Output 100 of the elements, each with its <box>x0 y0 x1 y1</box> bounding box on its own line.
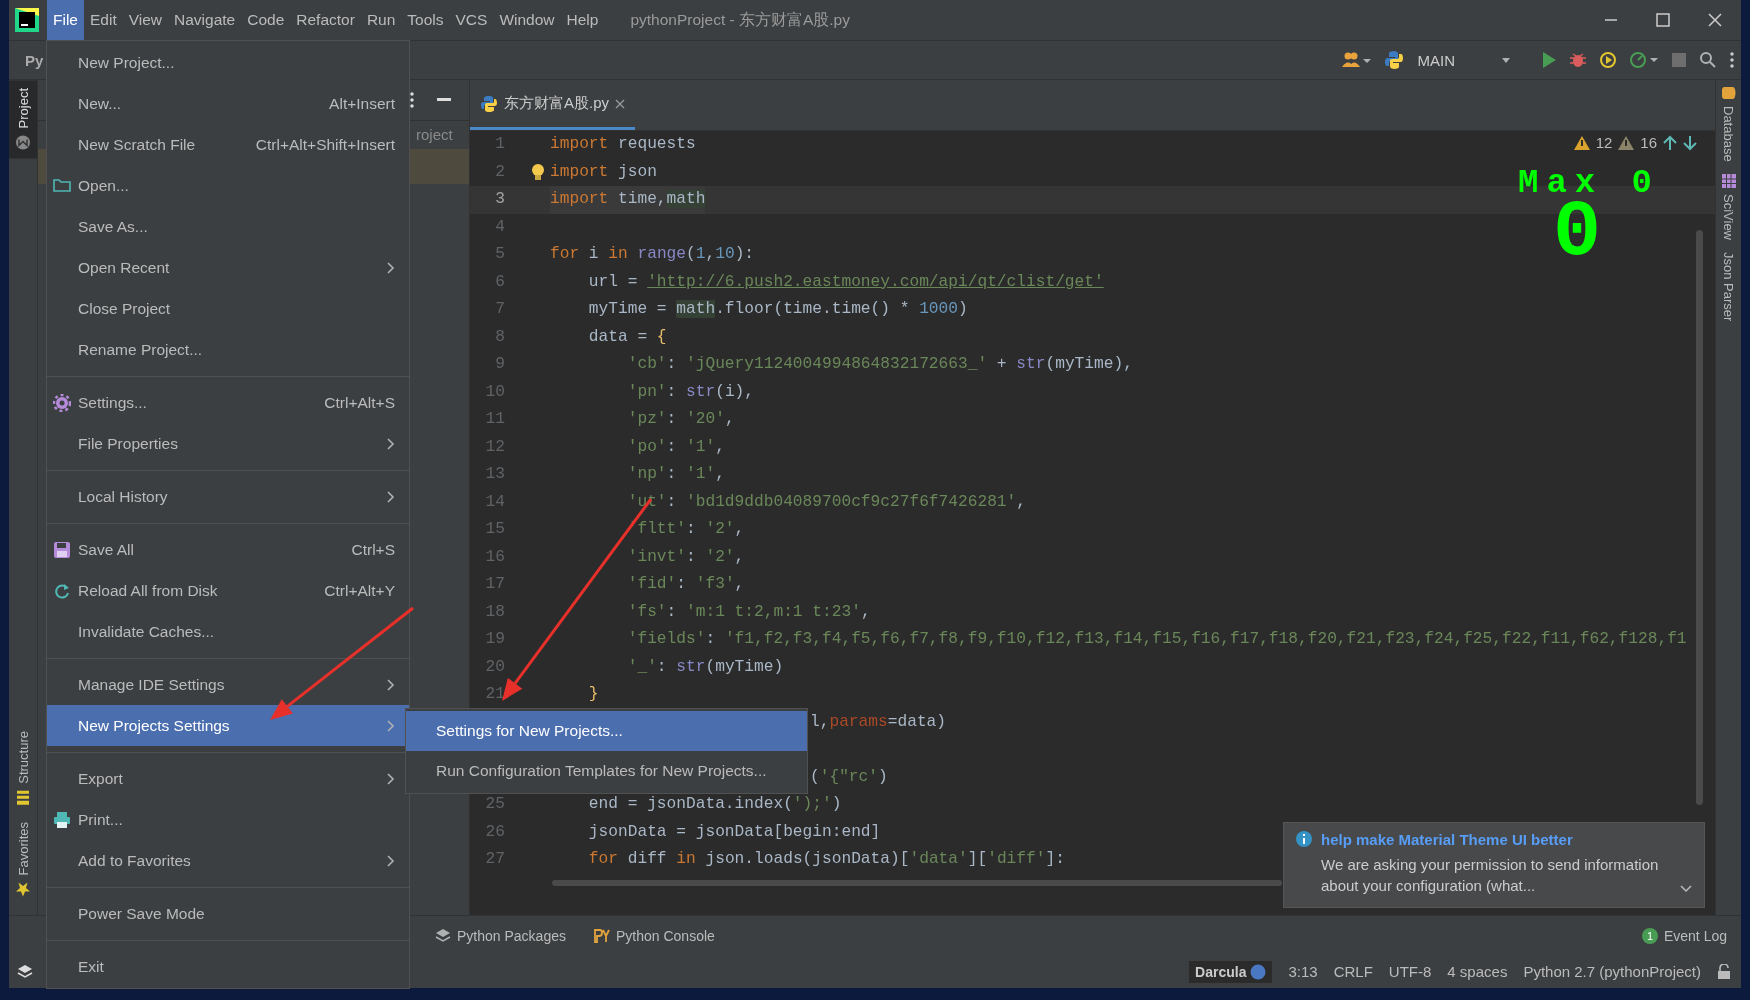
menu-item[interactable]: Window <box>493 0 561 40</box>
menu-item[interactable]: Close Project <box>47 288 409 329</box>
menu-item[interactable]: New Project... <box>47 42 409 83</box>
menu-item[interactable]: Add to Favorites <box>47 840 409 881</box>
menu-item[interactable]: Rename Project... <box>47 329 409 370</box>
menu-item[interactable]: Exit <box>47 946 409 987</box>
chevron-down-icon[interactable] <box>1680 885 1692 893</box>
indent-setting[interactable]: 4 spaces <box>1447 963 1508 980</box>
app-logo-icon <box>15 8 39 32</box>
more-icon[interactable] <box>1729 51 1735 69</box>
menu-item[interactable]: Open... <box>47 165 409 206</box>
error-count[interactable]: 12 <box>1595 134 1613 151</box>
up-arrow-icon[interactable] <box>1663 134 1677 151</box>
notification-title[interactable]: help make Material Theme UI better <box>1321 831 1676 848</box>
menu-item[interactable]: Run <box>360 0 402 40</box>
line-number: 10 <box>484 381 505 403</box>
close-icon[interactable] <box>1708 13 1722 27</box>
line-number: 19 <box>484 629 505 650</box>
tool-window-tab[interactable]: Structure <box>9 722 37 814</box>
folder-icon <box>53 176 71 195</box>
tool-window-tab[interactable]: Project <box>9 80 37 159</box>
menu-item[interactable]: Settings... Ctrl+Alt+S <box>47 382 409 423</box>
tree-item[interactable]: roject <box>416 126 453 143</box>
layers-icon[interactable] <box>17 963 33 980</box>
menu-item[interactable]: Reload All from Disk Ctrl+Alt+Y <box>47 570 409 611</box>
lock-icon[interactable] <box>1717 963 1731 980</box>
menu-item[interactable]: Manage IDE Settings <box>47 664 409 705</box>
shortcut-text: Ctrl+Alt+S <box>324 393 395 412</box>
down-arrow-icon[interactable] <box>1683 134 1697 151</box>
menu-item[interactable]: Save All Ctrl+S <box>47 529 409 570</box>
menu-item[interactable]: Refactor <box>290 0 361 40</box>
menu-item[interactable]: Run Configuration Templates for New Projects... <box>406 751 807 791</box>
search-icon[interactable] <box>1699 51 1717 69</box>
menu-item[interactable]: Export <box>47 758 409 799</box>
code-line: for diff in json.loads(jsonData)['data']['diff']: <box>587 849 1065 870</box>
event-log-button[interactable]: 1 Event Log <box>1641 927 1727 944</box>
file-encoding[interactable]: UTF-8 <box>1388 963 1432 980</box>
tool-window-button[interactable]: Python Packages <box>435 927 566 944</box>
theme-switcher[interactable]: Darcula <box>1189 960 1273 983</box>
menu-item[interactable]: New... Alt+Insert <box>47 83 409 124</box>
horizontal-scrollbar[interactable] <box>552 880 1282 886</box>
warning-icon[interactable] <box>1573 135 1590 150</box>
line-number: 4 <box>494 216 505 238</box>
line-number: 8 <box>494 326 505 348</box>
breadcrumb[interactable]: Py <box>25 51 44 69</box>
menu-item[interactable]: Edit <box>84 0 123 40</box>
shortcut-text: Ctrl+Alt+Y <box>324 581 395 600</box>
gauge-icon[interactable] <box>1629 51 1659 69</box>
lightbulb-icon[interactable] <box>530 163 546 181</box>
code-line: end = jsonData.index(');') <box>587 794 842 815</box>
line-number: 25 <box>484 794 505 815</box>
minimize-icon[interactable] <box>437 98 451 102</box>
code-line: '_': str(myTime) <box>626 656 784 678</box>
menu-item[interactable]: Navigate <box>168 0 242 40</box>
menu-item[interactable]: Invalidate Caches... <box>47 611 409 652</box>
shortcut-text: Ctrl+Alt+Shift+Insert <box>255 135 395 154</box>
line-number: 13 <box>484 464 505 485</box>
code-line: 'pn': str(i), <box>626 381 755 403</box>
bug-icon[interactable] <box>1569 51 1587 69</box>
menu-item[interactable]: New Projects Settings <box>47 705 409 746</box>
tool-window-tab[interactable]: Database <box>1721 80 1736 168</box>
warning-icon[interactable] <box>1618 135 1635 150</box>
close-icon[interactable] <box>615 98 625 109</box>
menu-item[interactable]: Print... <box>47 799 409 840</box>
run-configuration-dropdown[interactable]: MAIN <box>1409 51 1525 69</box>
menu-item[interactable]: Local History <box>47 476 409 517</box>
menu-item[interactable]: Save As... <box>47 206 409 247</box>
coverage-icon[interactable] <box>1599 51 1617 69</box>
menu-item[interactable]: Code <box>241 0 291 40</box>
python-file-icon <box>480 94 498 113</box>
more-icon[interactable] <box>409 91 415 109</box>
tool-window-button[interactable]: Python Console <box>593 927 715 944</box>
menu-item[interactable]: Help <box>560 0 605 40</box>
tool-window-tab[interactable]: Favorites <box>9 813 37 905</box>
star-icon <box>15 881 31 897</box>
line-separator[interactable]: CRLF <box>1333 963 1373 980</box>
run-icon[interactable] <box>1541 51 1557 69</box>
tool-window-tab[interactable]: SciView <box>1721 167 1736 246</box>
menu-item[interactable]: Tools <box>401 0 450 40</box>
caret-position[interactable]: 3:13 <box>1288 963 1318 980</box>
count-badge: 1 <box>1641 927 1658 944</box>
maximize-icon[interactable] <box>1656 13 1670 27</box>
circle-icon <box>1250 963 1267 980</box>
menu-item[interactable]: New Scratch File Ctrl+Alt+Shift+Insert <box>47 124 409 165</box>
line-number: 9 <box>494 354 505 375</box>
menu-item[interactable]: View <box>122 0 169 40</box>
code-line: 'np': '1', <box>626 464 725 485</box>
menu-item[interactable]: File <box>47 0 84 40</box>
menu-item[interactable]: Power Save Mode <box>47 893 409 934</box>
menu-item[interactable]: File Properties <box>47 423 409 464</box>
menu-item[interactable]: Settings for New Projects... <box>406 711 807 751</box>
line-number: 27 <box>484 849 505 870</box>
python-logo-icon <box>1383 50 1404 70</box>
warning-count[interactable]: 16 <box>1640 134 1657 151</box>
menu-item[interactable]: Open Recent <box>47 247 409 288</box>
line-number: 3 <box>494 189 505 210</box>
users-icon[interactable] <box>1341 51 1372 69</box>
interpreter-selector[interactable]: Python 2.7 (pythonProject) <box>1523 963 1701 980</box>
menu-item[interactable]: VCS <box>449 0 494 40</box>
vertical-scrollbar[interactable] <box>1696 230 1703 805</box>
